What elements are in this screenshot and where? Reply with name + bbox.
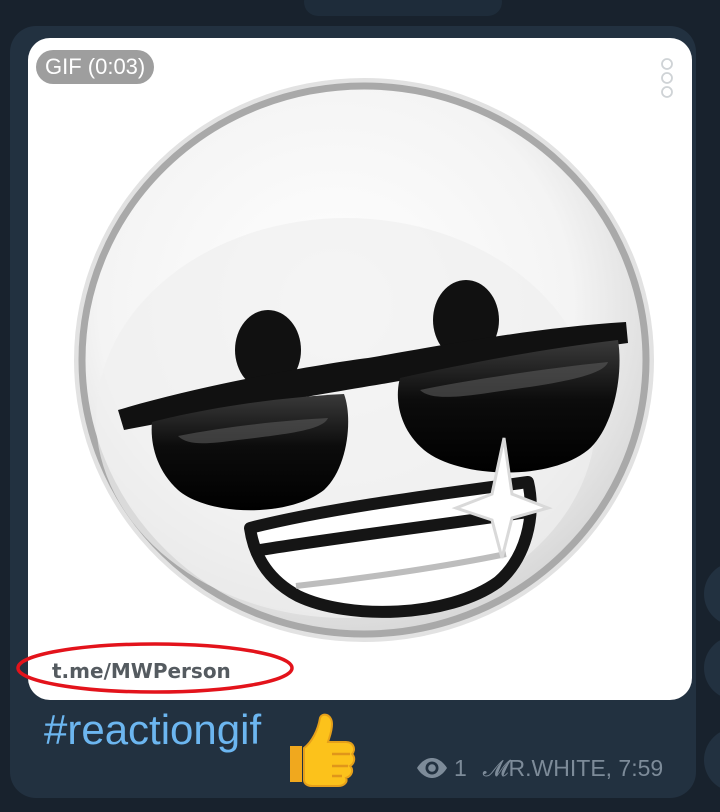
watermark-link[interactable]: t.me/MWPerson	[52, 659, 231, 683]
gif-duration-badge: GIF (0:03)	[36, 50, 155, 84]
cool-emoji-image	[74, 78, 654, 642]
side-action-button[interactable]	[704, 728, 720, 792]
date-pill	[304, 0, 502, 16]
gif-media[interactable]	[28, 38, 692, 700]
side-share-button[interactable]	[704, 636, 720, 700]
message-meta: 1 𝓜R.WHITE, 7:59	[416, 750, 663, 786]
more-options-icon[interactable]	[660, 58, 674, 98]
view-count: 1	[454, 754, 467, 781]
side-scroll-button[interactable]	[704, 562, 720, 626]
thumbs-up-icon	[290, 713, 356, 787]
author-signature-time: 𝓜R.WHITE, 7:59	[482, 754, 664, 781]
hashtag-link[interactable]: #reactiongif	[44, 706, 261, 754]
eye-views-icon	[417, 758, 447, 778]
